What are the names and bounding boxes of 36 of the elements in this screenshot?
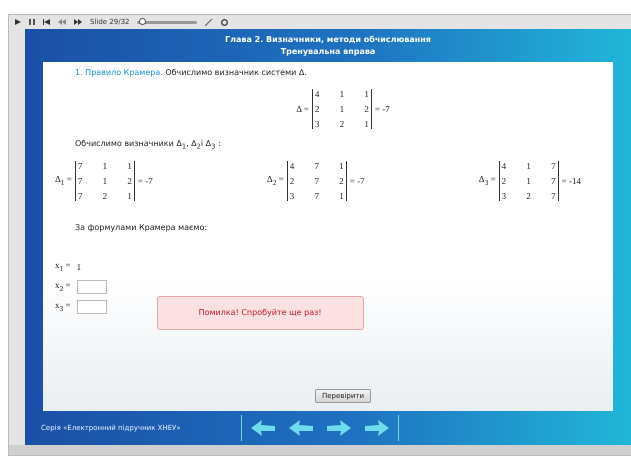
variable-label: x$_{2}$ = [55, 280, 71, 293]
determinant-label: Δ$_{3}$ = [478, 174, 496, 187]
determinant-matrix: 4 1 7 2 1 7 3 2 7 [498, 160, 559, 201]
answer-value: 1 [76, 262, 82, 272]
answer-field[interactable] [76, 300, 107, 314]
chapter-title: Глава 2. Визначники, методи обчислювання [225, 35, 431, 44]
right-arrow-icon[interactable] [364, 419, 390, 437]
rewind-icon[interactable] [58, 19, 66, 25]
intro-text: 1. Правило Крамера. Обчислимо визначник системи Δ. [74, 68, 308, 77]
determinant-label: Δ$_{2}$ = [266, 174, 284, 187]
pen-icon[interactable] [205, 18, 214, 26]
determinant-matrix: 4 1 1 2 1 2 3 2 1 [312, 89, 372, 129]
settings-icon[interactable] [221, 18, 228, 26]
determinant-result: = -7 [138, 176, 153, 186]
determinant-result: = -14 [562, 176, 581, 186]
variable-label: x$_{1}$ = [55, 260, 71, 273]
determinant-result: = -7 [350, 176, 365, 186]
fast-forward-icon[interactable] [74, 19, 82, 25]
skip-back-icon[interactable] [43, 19, 50, 25]
pause-icon[interactable] [29, 19, 35, 25]
exercise-title: Тренувальна вправа [280, 47, 376, 56]
determinant-matrix: 7 1 1 7 1 2 7 2 1 [74, 160, 135, 201]
error-message: Помилка! Спробуйте ще раз! [156, 296, 364, 330]
determinant-matrix: 4 7 1 2 7 2 3 7 1 [286, 160, 347, 201]
determinant-label: Δ$_{1}$ = [55, 174, 72, 187]
slide-slider[interactable] [137, 20, 198, 24]
play-icon[interactable] [15, 19, 21, 25]
formula-heading: За формулами Крамера маємо: [74, 222, 208, 232]
sub-heading: Обчислимо визначники Δ$_{1}$, Δ$_{2}$і Δ$_{3}$ : [74, 139, 222, 151]
variable-label: x$_{3}$ = [55, 300, 71, 313]
determinant-label: Δ = [296, 104, 309, 114]
left-arrow-icon[interactable] [288, 419, 314, 437]
answer-field[interactable] [76, 280, 107, 294]
left-arrow-icon[interactable] [250, 419, 276, 437]
determinant-result: = -7 [374, 104, 390, 114]
right-arrow-icon[interactable] [326, 419, 352, 437]
